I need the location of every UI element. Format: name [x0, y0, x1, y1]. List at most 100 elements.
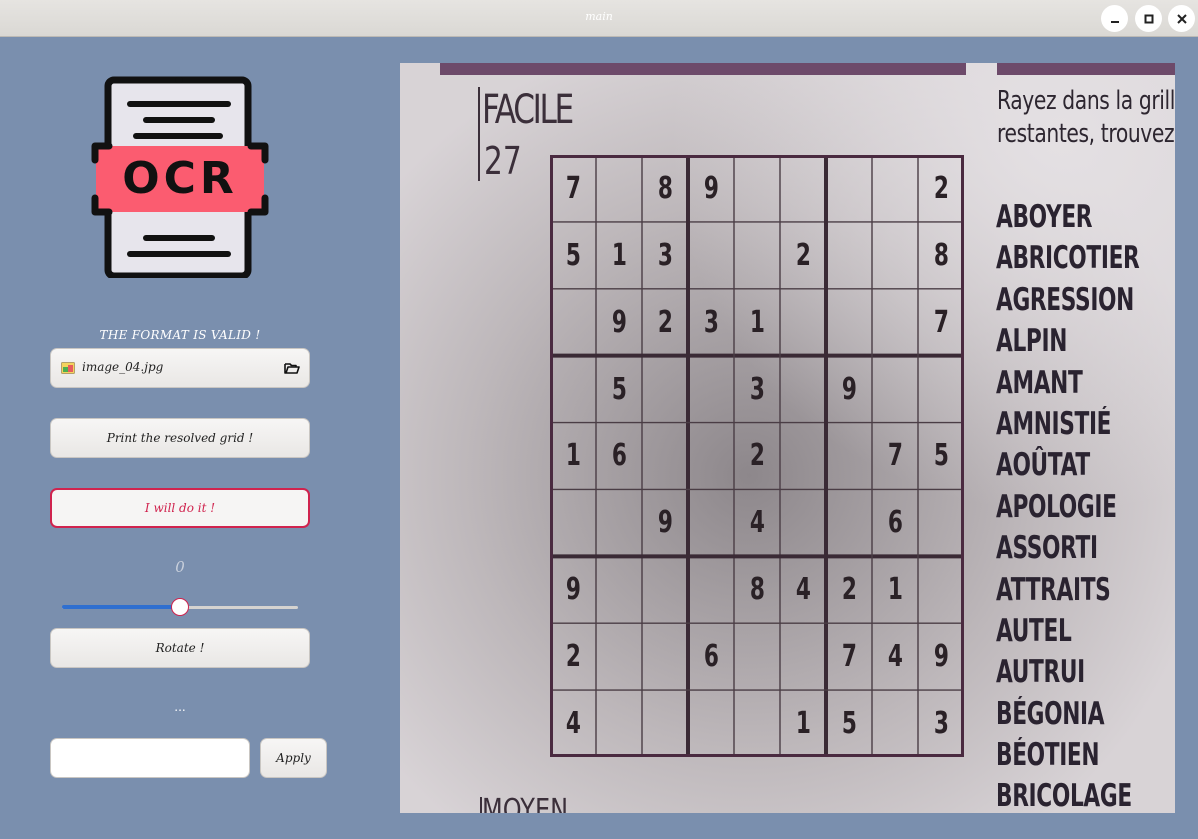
instruction-line: restantes, trouvez le	[997, 119, 1175, 149]
sudoku-cell	[550, 356, 596, 423]
sudoku-cell	[596, 489, 642, 556]
file-chooser-button[interactable]: image_04.jpg	[50, 348, 310, 388]
sudoku-digit: 3	[933, 706, 949, 742]
sudoku-cell	[688, 222, 734, 289]
sudoku-cell	[688, 423, 734, 490]
sudoku-cell	[780, 489, 826, 556]
maximize-icon	[1144, 14, 1153, 23]
sudoku-cell: 2	[918, 155, 964, 222]
sudoku-cell: 3	[688, 289, 734, 356]
print-resolved-grid-button[interactable]: Print the resolved grid !	[50, 418, 310, 458]
sudoku-digit: 1	[565, 438, 581, 474]
sudoku-digit: 1	[887, 572, 903, 608]
sudoku-digit: 4	[887, 639, 903, 675]
word-list-item: BÉGONIA	[996, 695, 1105, 732]
sudoku-digit: 7	[933, 304, 949, 340]
sudoku-cell: 2	[642, 289, 688, 356]
sidebar: OCR THE FORMAT IS VALID ! image_04.jpg P…	[0, 38, 370, 839]
sudoku-cell: 2	[826, 556, 872, 623]
sudoku-digit: 9	[611, 304, 627, 340]
sudoku-digit: 8	[657, 170, 673, 206]
sudoku-cell: 2	[780, 222, 826, 289]
sudoku-cell: 5	[826, 690, 872, 757]
sudoku-digit: 2	[841, 572, 857, 608]
sudoku-cell: 7	[918, 289, 964, 356]
sudoku-cell	[780, 356, 826, 423]
rotate-button-label: Rotate !	[155, 641, 205, 655]
sudoku-digit: 2	[795, 237, 811, 273]
sudoku-digit: 1	[749, 304, 765, 340]
sudoku-cell	[872, 289, 918, 356]
sudoku-grid: 789251328923175391627594698421267494153	[550, 155, 964, 757]
sudoku-cell	[872, 690, 918, 757]
sudoku-cell	[826, 423, 872, 490]
word-list-item: ABOYER	[996, 199, 1093, 235]
sudoku-cell	[918, 356, 964, 423]
instruction-line: Rayez dans la grille	[997, 86, 1175, 116]
sudoku-cell	[596, 155, 642, 222]
instructions: Rayez dans la grille restantes, trouvez …	[997, 85, 1175, 151]
window-title: main	[585, 10, 613, 23]
sudoku-cell: 9	[918, 623, 964, 690]
sudoku-digit: 3	[657, 237, 673, 273]
sudoku-cell	[826, 155, 872, 222]
sudoku-cell: 8	[734, 556, 780, 623]
heading-bar	[478, 87, 480, 181]
sudoku-cell: 7	[826, 623, 872, 690]
sudoku-cell: 3	[734, 356, 780, 423]
ocr-logo: OCR	[91, 76, 269, 278]
sudoku-digit: 2	[749, 438, 765, 474]
sudoku-cell	[688, 489, 734, 556]
sudoku-cell: 6	[688, 623, 734, 690]
word-list-item: AMNISTIÉ	[996, 405, 1112, 442]
minimize-button[interactable]	[1101, 5, 1128, 32]
print-resolved-grid-label: Print the resolved grid !	[106, 431, 254, 445]
sudoku-cell: 4	[872, 623, 918, 690]
word-list-item: AGRESSION	[996, 281, 1134, 318]
sudoku-cell	[642, 423, 688, 490]
sudoku-digit: 1	[795, 706, 811, 742]
rotation-value-label: 0	[175, 558, 185, 576]
sudoku-cell: 4	[550, 690, 596, 757]
sudoku-cell	[596, 690, 642, 757]
apply-button-label: Apply	[276, 751, 311, 765]
close-button[interactable]	[1168, 5, 1195, 32]
sudoku-cell	[642, 623, 688, 690]
format-status-label: THE FORMAT IS VALID !	[99, 328, 261, 342]
page-edge-top	[440, 63, 966, 75]
sudoku-cell: 8	[918, 222, 964, 289]
slider-handle[interactable]	[171, 598, 189, 616]
sudoku-digit: 6	[611, 438, 627, 474]
sudoku-cell	[872, 222, 918, 289]
sudoku-cell	[596, 623, 642, 690]
rotate-button[interactable]: Rotate !	[50, 628, 310, 668]
sudoku-cell: 1	[550, 423, 596, 490]
sudoku-cell: 1	[734, 289, 780, 356]
apply-button[interactable]: Apply	[260, 738, 327, 778]
word-list-item: AUTEL	[996, 612, 1072, 649]
sudoku-cell	[918, 556, 964, 623]
sudoku-digit: 1	[611, 237, 627, 273]
sudoku-digit: 6	[703, 639, 719, 675]
rotation-slider[interactable]	[62, 598, 298, 618]
maximize-button[interactable]	[1135, 5, 1162, 32]
value-entry[interactable]	[50, 738, 250, 778]
sudoku-digit: 8	[749, 572, 765, 608]
sudoku-cell	[734, 690, 780, 757]
window-titlebar[interactable]: main	[0, 0, 1198, 37]
sudoku-cell: 1	[596, 222, 642, 289]
sudoku-cell	[642, 356, 688, 423]
sudoku-cell: 6	[872, 489, 918, 556]
solve-manually-button[interactable]: I will do it !	[50, 488, 310, 528]
sudoku-digit: 9	[703, 170, 719, 206]
sudoku-cell: 7	[550, 155, 596, 222]
sudoku-cell	[596, 556, 642, 623]
sudoku-digit: 9	[657, 505, 673, 541]
sudoku-cell	[780, 289, 826, 356]
logo-text: OCR	[122, 153, 238, 204]
sudoku-digit: 5	[611, 371, 627, 407]
sudoku-digit: 9	[841, 371, 857, 407]
sudoku-cell	[642, 690, 688, 757]
sudoku-digit: 2	[933, 170, 949, 206]
sudoku-digit: 5	[841, 706, 857, 742]
